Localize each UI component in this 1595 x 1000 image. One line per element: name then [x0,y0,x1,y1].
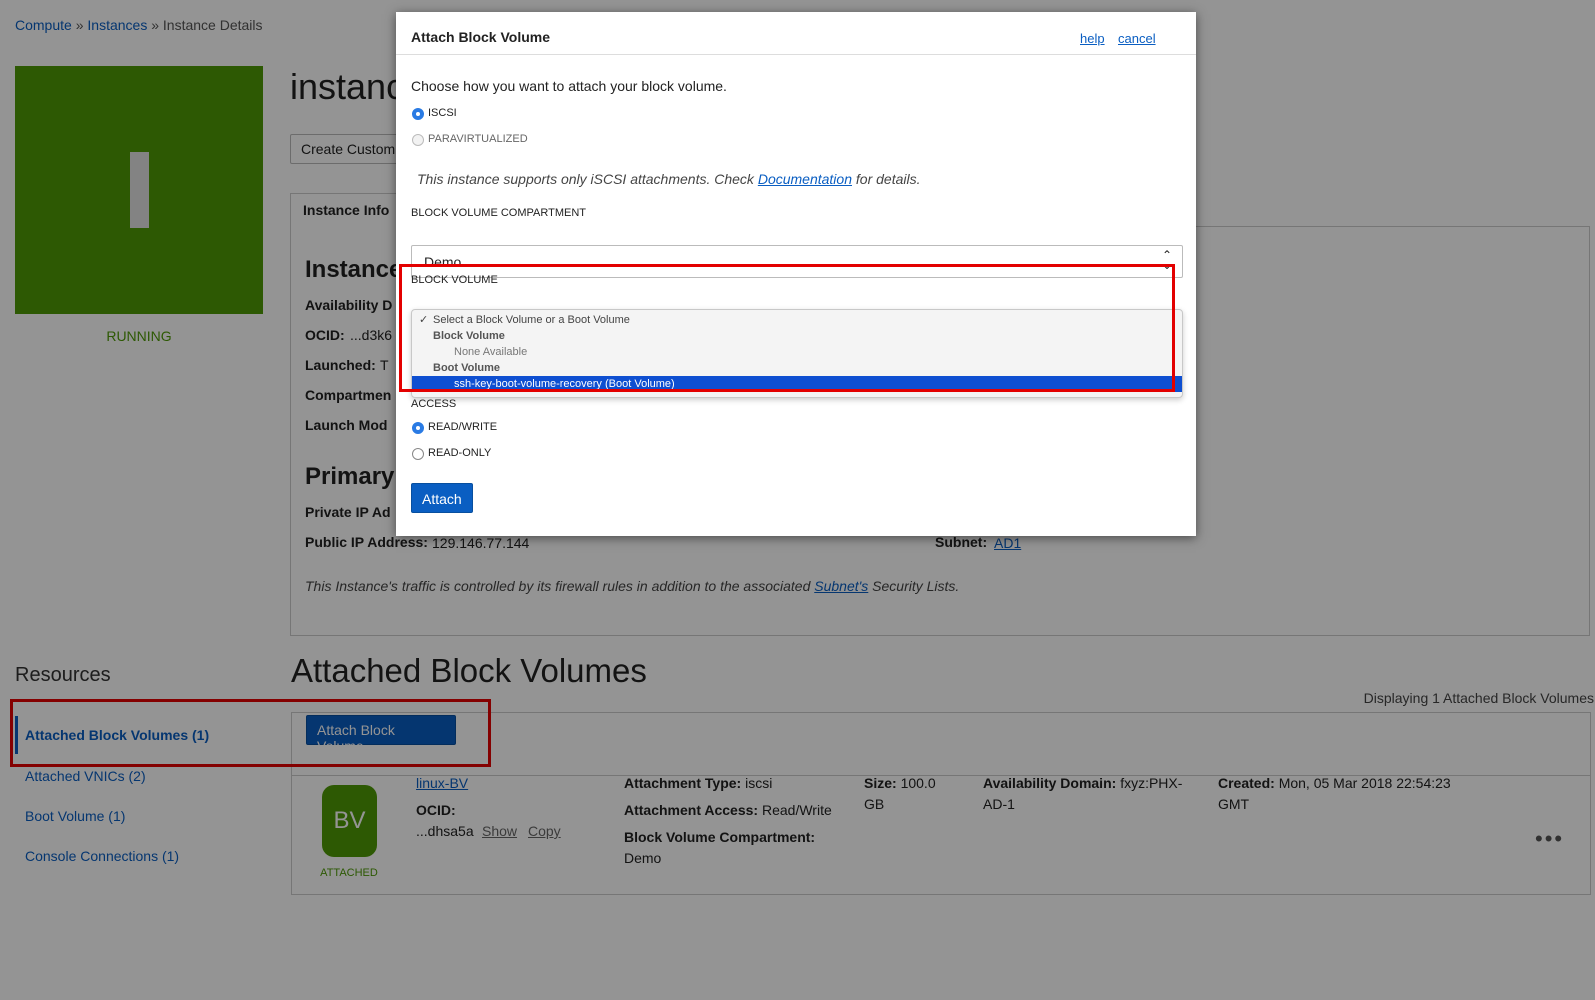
paravirtualized-label: PARAVIRTUALIZED [428,133,528,145]
access-field-label: ACCESS [411,398,457,410]
read-only-label: READ-ONLY [428,447,492,459]
read-write-radio[interactable] [412,422,424,434]
iscsi-label: ISCSI [428,107,457,119]
help-link[interactable]: help [1080,31,1105,46]
support-note-text: for details. [852,171,921,187]
attach-block-volume-dialog: Attach Block Volume help cancel Choose h… [396,12,1196,536]
support-note-text: This instance supports only iSCSI attach… [417,171,758,187]
compartment-field-label: BLOCK VOLUME COMPARTMENT [411,207,587,219]
dialog-title: Attach Block Volume [411,29,550,45]
attach-button[interactable]: Attach [411,483,473,513]
highlight-box [399,264,1175,392]
read-write-label: READ/WRITE [428,421,498,433]
documentation-link[interactable]: Documentation [758,171,852,187]
iscsi-radio[interactable] [412,108,424,120]
support-note: This instance supports only iSCSI attach… [417,171,920,187]
read-only-radio[interactable] [412,448,424,460]
paravirtualized-radio [412,134,424,146]
attach-prompt: Choose how you want to attach your block… [411,78,727,94]
dialog-header: Attach Block Volume help cancel [396,12,1196,55]
cancel-link[interactable]: cancel [1118,31,1156,46]
